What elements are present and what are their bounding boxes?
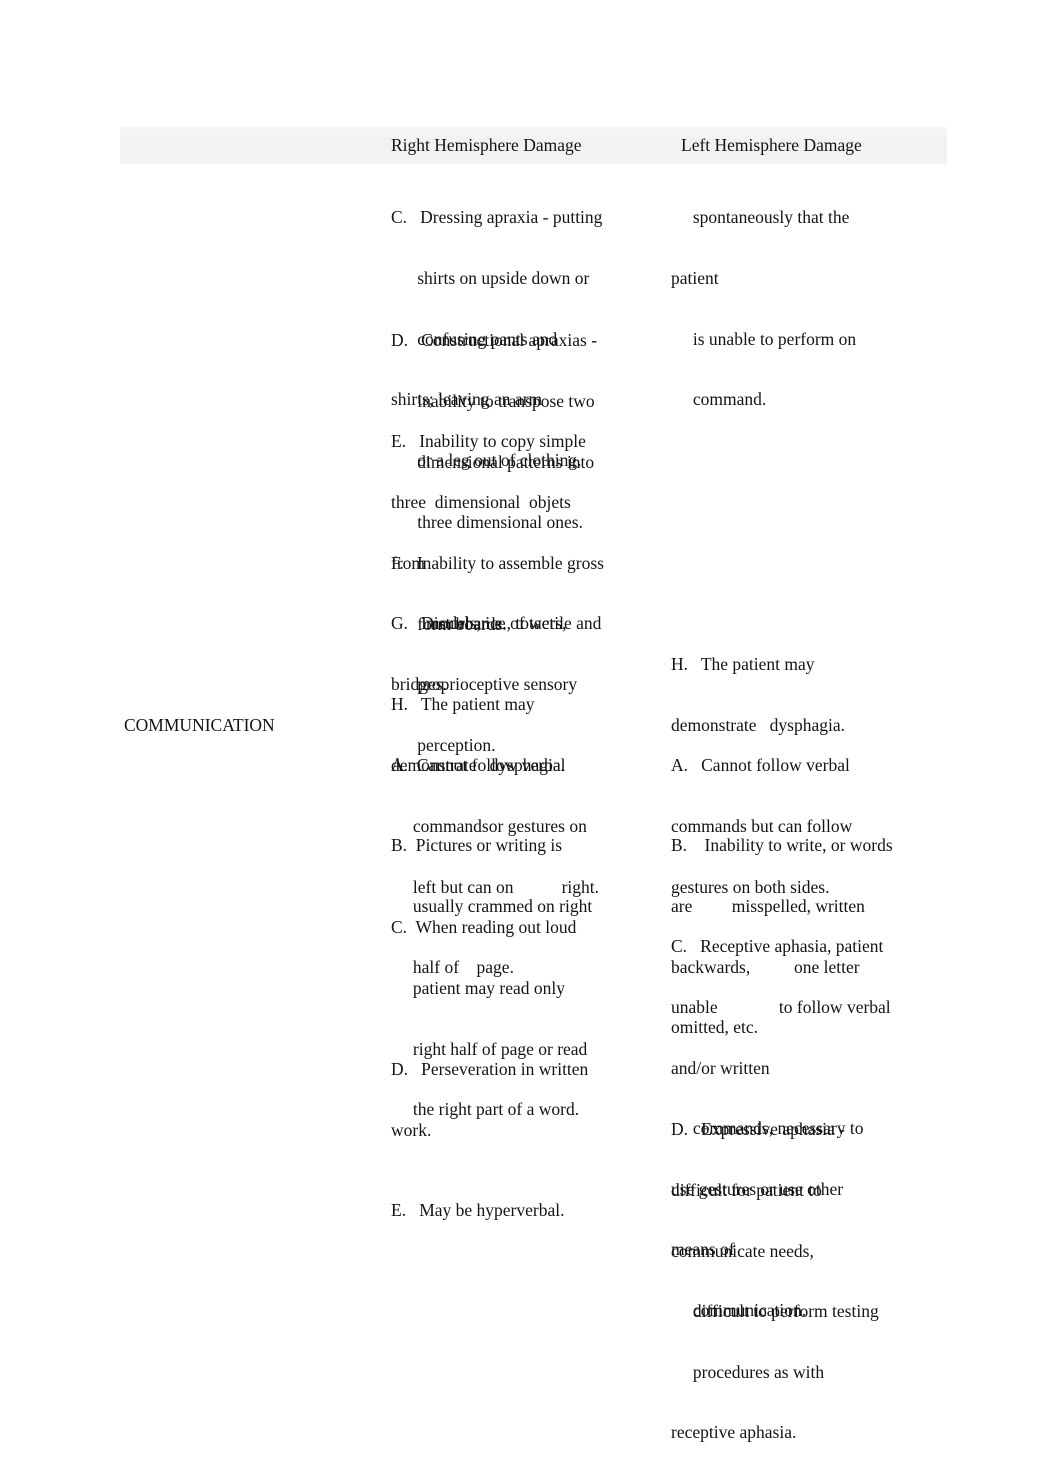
communication-right-item-e: E. May be hyperverbal. [391, 1160, 671, 1261]
line: procedures as with [671, 1361, 825, 1382]
line: patient [671, 268, 719, 289]
line: A. Cannot follow verbal [391, 755, 566, 776]
line: H. The patient may [671, 654, 815, 675]
line: B. Pictures or writing is [391, 835, 563, 856]
line: F. Inability to assemble gross [391, 553, 604, 574]
line: communicate needs, [671, 1240, 814, 1261]
line: E. May be hyperverbal. [391, 1200, 565, 1221]
line: E. Inability to copy simple [391, 431, 586, 452]
line: C. Receptive aphasia, patient [671, 936, 884, 957]
column-header-right-hemisphere: Right Hemisphere Damage [391, 135, 582, 155]
line: three dimensional objets [391, 492, 571, 513]
column-header-left-hemisphere: Left Hemisphere Damage [681, 135, 862, 155]
communication-right-item-d: D. Perseveration in written work. [391, 1019, 671, 1181]
line: G. Disturbance of tactile and [391, 613, 602, 634]
document-page: Right Hemisphere Damage Left Hemisphere … [0, 0, 1062, 1442]
line: C. When reading out loud [391, 917, 577, 938]
line: work. [391, 1120, 432, 1141]
line: shirts on upside down or [391, 268, 590, 289]
line: and/or written [671, 1057, 770, 1078]
line: command. [671, 389, 767, 410]
line: difficult for patient to [671, 1180, 822, 1201]
line: C. Dressing apraxia - putting [391, 207, 603, 228]
line: D. Constructional apraxias - [391, 330, 598, 351]
table-header-row: Right Hemisphere Damage Left Hemisphere … [120, 127, 947, 164]
line: unable to follow verbal [671, 997, 891, 1018]
line: is unable to perform on [671, 328, 857, 349]
communication-left-item-d: D. Expressive aphasia - difficult for pa… [671, 1079, 961, 1483]
line: receptive aphasia. [671, 1422, 797, 1443]
row-label-communication: COMMUNICATION [124, 715, 275, 735]
line: D. Perseveration in written [391, 1059, 589, 1080]
line: A. Cannot follow verbal [671, 755, 850, 776]
line: patient may read only [391, 978, 565, 999]
line: H. The patient may [391, 694, 535, 715]
left-item-continuation: spontaneously that the patient is unable… [671, 167, 961, 450]
line: spontaneously that the [671, 207, 850, 228]
line: D. Expressive aphasia - [671, 1119, 845, 1140]
line: difficult to perform testing [671, 1301, 879, 1322]
line: B. Inability to write, or words [671, 835, 893, 856]
